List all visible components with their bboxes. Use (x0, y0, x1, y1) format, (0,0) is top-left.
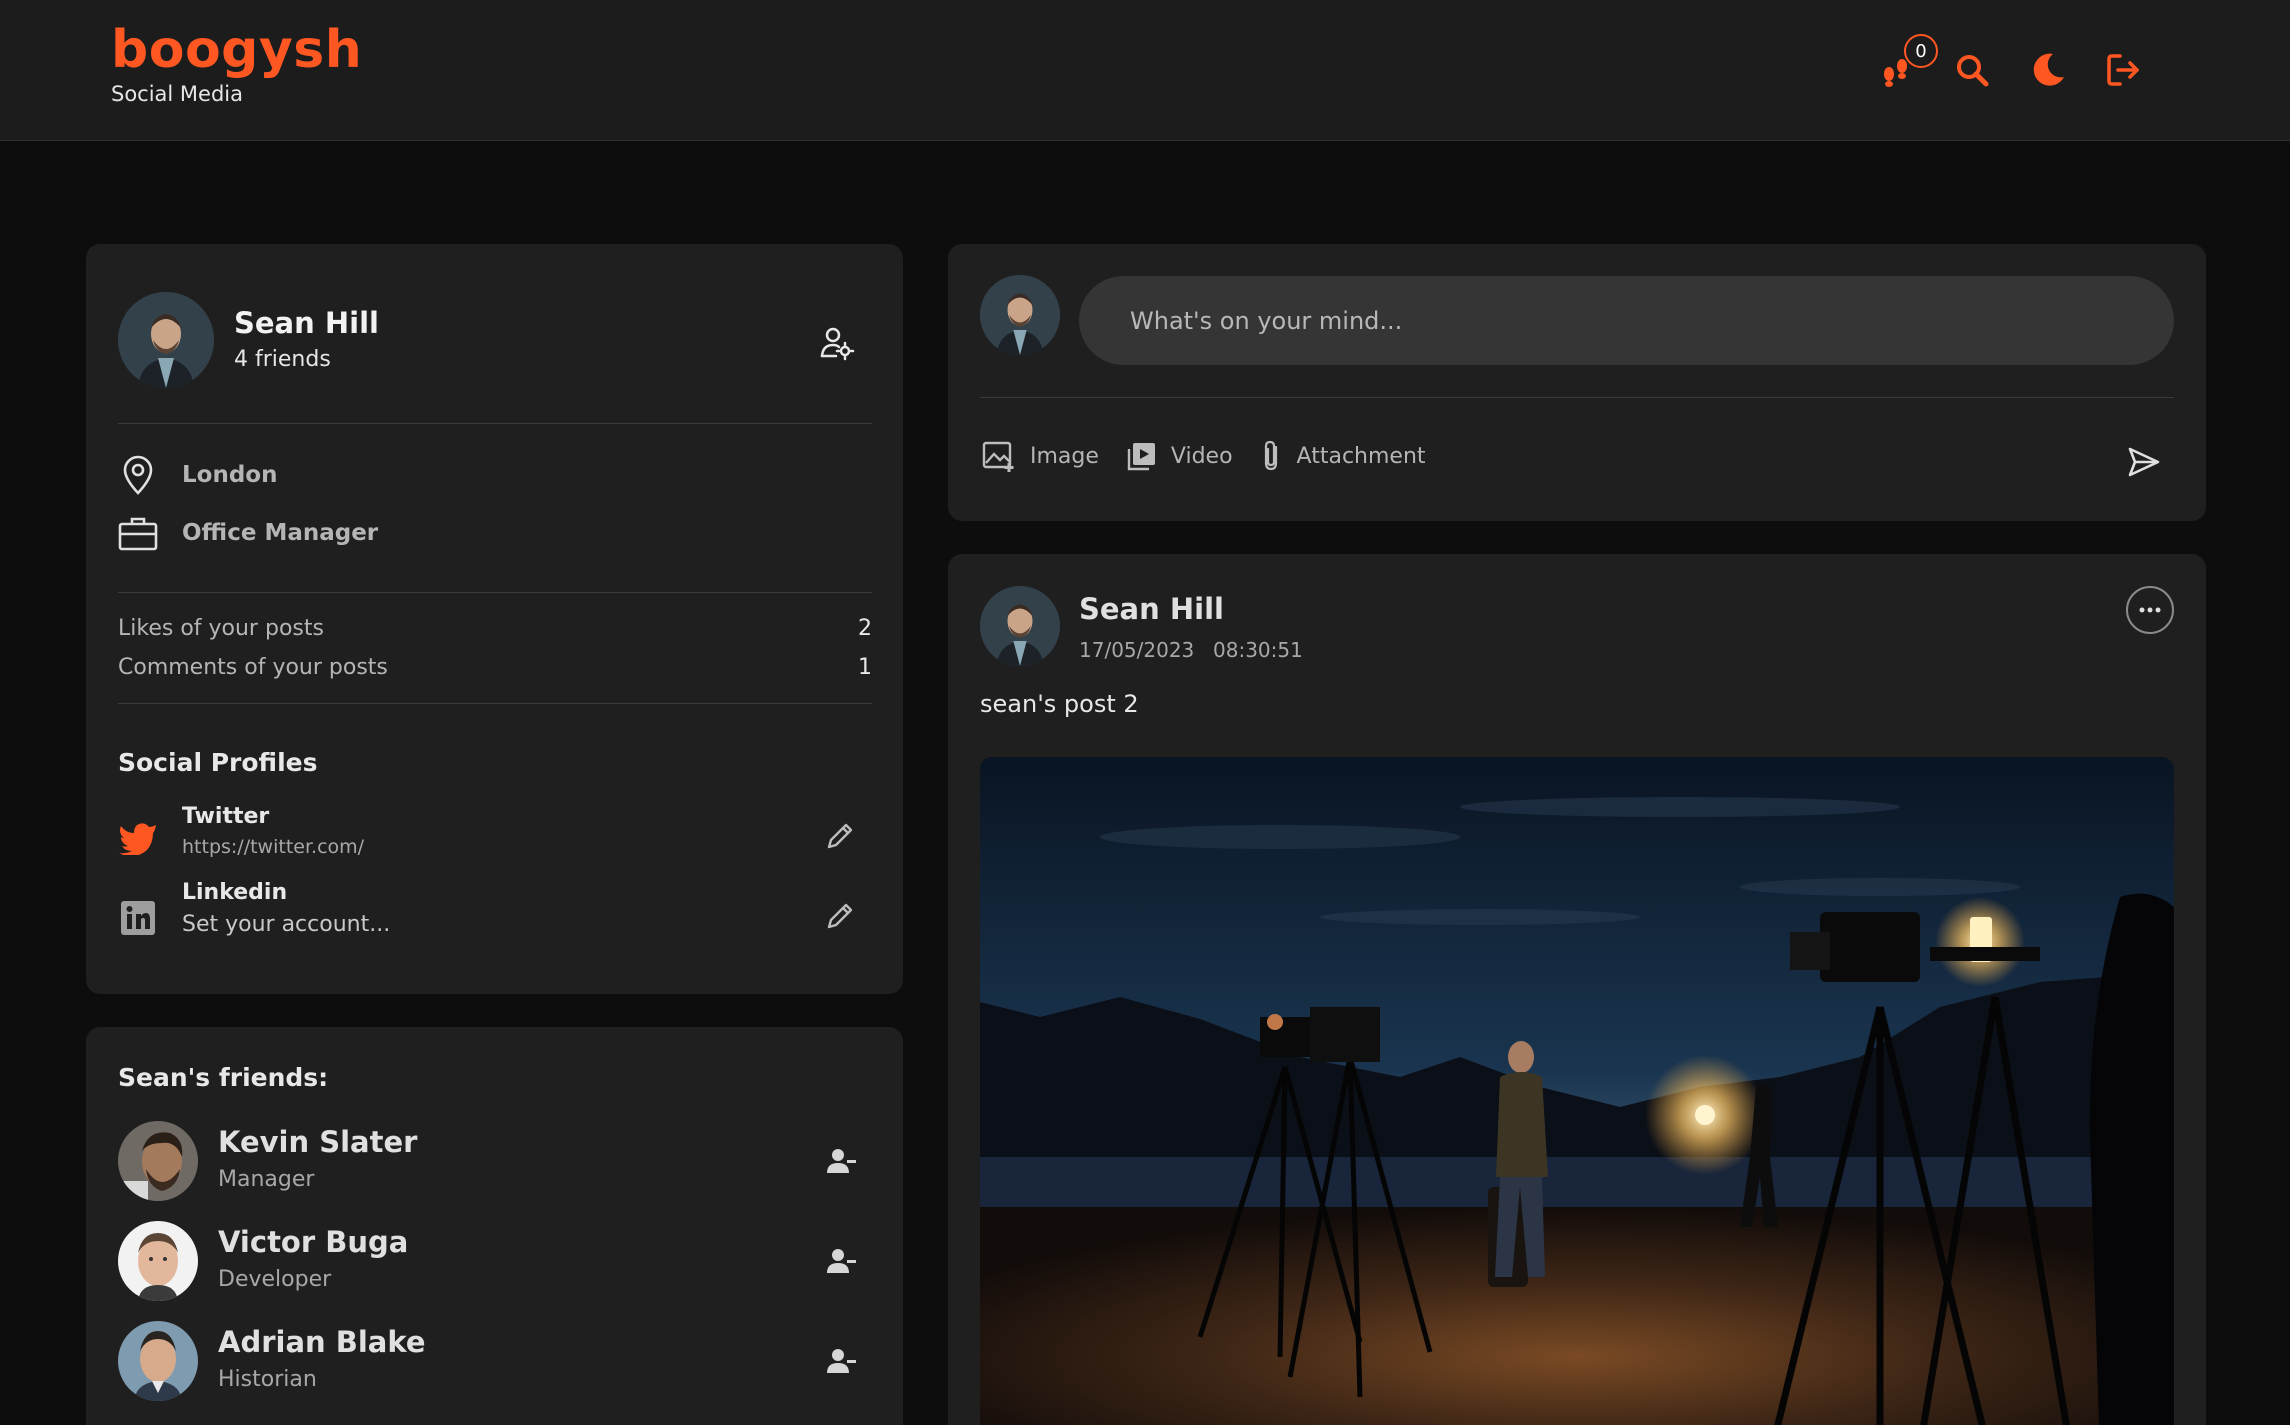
pencil-icon (827, 823, 853, 849)
social-profiles-title: Social Profiles (118, 748, 318, 777)
friends-title: Sean's friends: (118, 1063, 329, 1092)
more-horizontal-icon (2139, 607, 2161, 613)
friend-item[interactable]: Adrian Blake Historian (118, 1319, 872, 1403)
header-actions: 0 (1858, 34, 2162, 102)
linkedin-icon (121, 901, 155, 935)
image-add-icon (982, 441, 1014, 472)
social-row-linkedin: Linkedin Set your account... (118, 880, 872, 950)
post-text: sean's post 2 (980, 690, 1139, 718)
location-row: London (118, 455, 277, 495)
friend-role: Manager (218, 1167, 315, 1192)
post-author-name[interactable]: Sean Hill (1079, 592, 1224, 626)
friend-role: Historian (218, 1367, 317, 1392)
friend-item[interactable]: Kevin Slater Manager (118, 1119, 872, 1203)
post-time: 08:30:51 (1213, 638, 1303, 662)
briefcase-icon (118, 517, 158, 551)
friend-name[interactable]: Kevin Slater (218, 1125, 417, 1159)
post-author-avatar[interactable] (980, 586, 1060, 666)
comments-stat-label: Comments of your posts (118, 655, 388, 680)
remove-friend-button[interactable] (820, 1239, 864, 1283)
remove-friend-button[interactable] (820, 1139, 864, 1183)
divider (980, 397, 2174, 398)
send-icon (2128, 447, 2160, 477)
compose-card: Image Video Attachment (948, 244, 2206, 521)
friend-name[interactable]: Adrian Blake (218, 1325, 426, 1359)
occupation-row: Office Manager (118, 513, 378, 553)
friend-avatar[interactable] (118, 1221, 198, 1301)
brand-subtitle: Social Media (111, 82, 244, 106)
brand-logo[interactable]: boogysh Social Media (111, 20, 362, 106)
post-image[interactable] (980, 757, 2174, 1425)
twitter-icon (119, 823, 156, 855)
send-post-button[interactable] (2122, 440, 2166, 484)
image-button-label: Image (1030, 443, 1099, 469)
friend-avatar[interactable] (118, 1321, 198, 1401)
divider (118, 592, 872, 593)
profile-friends-count[interactable]: 4 friends (234, 347, 331, 372)
comments-stat: Comments of your posts 1 (118, 655, 872, 680)
friend-role: Developer (218, 1267, 332, 1292)
video-icon (1127, 443, 1155, 471)
divider (118, 703, 872, 704)
social-row-twitter: Twitter https://twitter.com/ (118, 804, 872, 874)
dark-mode-toggle[interactable] (2010, 38, 2086, 102)
divider (118, 423, 872, 424)
user-minus-icon (827, 1349, 856, 1373)
paperclip-icon (1264, 440, 1277, 471)
friend-name[interactable]: Victor Buga (218, 1225, 408, 1259)
friends-card: Sean's friends: Kevin Slater Manager Vic… (86, 1027, 903, 1425)
location-text: London (182, 462, 278, 488)
linkedin-value[interactable]: Set your account... (182, 912, 390, 937)
search-button[interactable] (1934, 38, 2010, 102)
manage-friends-button[interactable] (814, 320, 860, 366)
user-minus-icon (827, 1149, 856, 1173)
user-settings-icon (820, 327, 855, 361)
edit-linkedin-button[interactable] (818, 894, 862, 938)
video-button-label: Video (1170, 443, 1233, 469)
remove-friend-button[interactable] (820, 1339, 864, 1383)
notifications-button[interactable]: 0 (1858, 34, 1938, 102)
profile-avatar[interactable] (118, 292, 214, 388)
twitter-url[interactable]: https://twitter.com/ (182, 836, 364, 858)
friend-item[interactable]: Victor Buga Developer (118, 1219, 872, 1303)
comments-stat-value: 1 (858, 655, 872, 680)
add-image-button[interactable]: Image (982, 439, 1099, 473)
friend-avatar[interactable] (118, 1121, 198, 1201)
search-icon (1957, 55, 1989, 87)
edit-twitter-button[interactable] (818, 814, 862, 858)
logout-icon (2107, 54, 2139, 86)
attachment-button-label: Attachment (1296, 443, 1426, 469)
likes-stat-value: 2 (858, 616, 872, 641)
moon-icon (2033, 53, 2064, 86)
post-compose-input[interactable] (1079, 276, 2174, 365)
user-minus-icon (827, 1249, 856, 1273)
occupation-text: Office Manager (182, 520, 379, 546)
map-pin-icon (123, 455, 153, 495)
twitter-label: Twitter (182, 804, 270, 829)
notification-count-badge: 0 (1904, 34, 1938, 68)
add-video-button[interactable]: Video (1127, 441, 1233, 471)
profile-card: Sean Hill 4 friends London Office Manage… (86, 244, 903, 994)
profile-name: Sean Hill (234, 306, 379, 340)
add-attachment-button[interactable]: Attachment (1261, 439, 1426, 473)
post-date: 17/05/2023 (1079, 638, 1195, 662)
pencil-icon (827, 903, 853, 929)
brand-name: boogysh (111, 20, 363, 80)
likes-stat-label: Likes of your posts (118, 616, 324, 641)
compose-avatar (980, 275, 1060, 355)
logout-button[interactable] (2086, 38, 2162, 102)
linkedin-label: Linkedin (182, 880, 288, 905)
attachment-toolbar: Image Video Attachment (982, 439, 1454, 473)
post-options-button[interactable] (2126, 586, 2174, 634)
likes-stat: Likes of your posts 2 (118, 616, 872, 641)
post-card: Sean Hill 17/05/2023 08:30:51 sean's pos… (948, 554, 2206, 1425)
top-navbar: boogysh Social Media 0 (0, 0, 2290, 141)
